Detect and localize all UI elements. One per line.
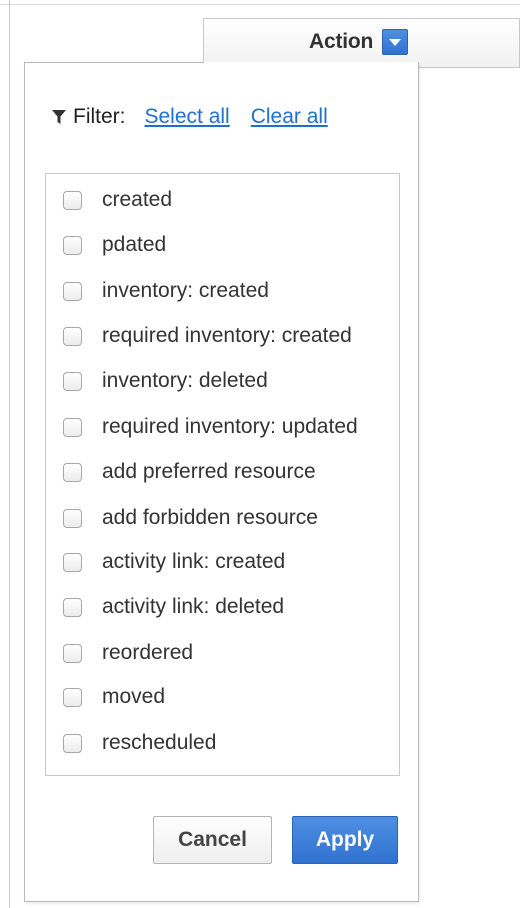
filter-option-label: reordered — [102, 641, 194, 664]
filter-option-checkbox[interactable] — [63, 508, 82, 528]
filter-option-label: activity link: deleted — [102, 595, 285, 618]
filter-option-checkbox[interactable] — [63, 733, 82, 753]
filter-option-label: add preferred resource — [102, 460, 316, 483]
filter-option-label: moved — [102, 685, 166, 708]
filter-option[interactable]: rescheduled — [46, 723, 399, 763]
filter-option[interactable]: created — [46, 180, 399, 220]
filter-option-checkbox[interactable] — [63, 597, 82, 617]
filter-option[interactable]: moved — [46, 677, 399, 717]
filter-option[interactable]: activity link: created — [46, 542, 399, 582]
filter-option-checkbox[interactable] — [63, 552, 82, 572]
cancel-button[interactable]: Cancel — [153, 816, 272, 864]
column-title: Action — [309, 30, 374, 53]
filter-option-checkbox[interactable] — [63, 326, 82, 346]
filter-option[interactable]: add preferred resource — [46, 452, 399, 492]
filter-option-checkbox[interactable] — [63, 371, 82, 391]
page-frame-left — [9, 0, 10, 908]
filter-option[interactable]: inventory: deleted — [46, 361, 399, 401]
action-column-header[interactable]: Action — [203, 18, 520, 68]
filter-option-checkbox[interactable] — [63, 281, 82, 301]
filter-option-label: pdated — [102, 233, 167, 256]
filter-toolbar: Filter: Select all Clear all — [52, 105, 349, 129]
filter-option-label: activity link: created — [102, 550, 286, 573]
clear-all-link[interactable]: Clear all — [251, 105, 328, 129]
apply-button[interactable]: Apply — [292, 816, 398, 864]
filter-options-list[interactable]: created pdated inventory: created required … — [45, 173, 400, 776]
filter-option[interactable]: required inventory: created — [46, 316, 399, 356]
filter-panel: Filter: Select all Clear all created pdat… — [24, 62, 419, 902]
filter-option-checkbox[interactable] — [63, 643, 82, 663]
filter-option[interactable]: reordered — [46, 633, 399, 673]
filter-option-label: inventory: deleted — [102, 369, 268, 392]
chevron-down-icon — [389, 38, 402, 46]
filter-option-checkbox[interactable] — [63, 417, 82, 437]
filter-option[interactable]: required inventory: updated — [46, 407, 399, 447]
filter-option-checkbox[interactable] — [63, 687, 82, 707]
filter-option[interactable]: activity link: deleted — [46, 587, 399, 627]
filter-option[interactable]: add forbidden resource — [46, 498, 399, 538]
select-all-link[interactable]: Select all — [145, 105, 230, 129]
funnel-icon — [52, 109, 66, 125]
page-frame-top — [0, 4, 520, 5]
column-header-content: Action — [309, 29, 409, 55]
filter-option-label: required inventory: updated — [102, 415, 358, 438]
filter-option-label: rescheduled — [102, 731, 217, 754]
filter-option-label: required inventory: created — [102, 324, 352, 347]
filter-option-checkbox[interactable] — [63, 190, 82, 210]
filter-label: Filter: — [73, 105, 126, 128]
filter-option-checkbox[interactable] — [63, 235, 82, 255]
filter-option-label: add forbidden resource — [102, 506, 318, 529]
filter-option[interactable]: pdated — [46, 225, 399, 265]
filter-option-checkbox[interactable] — [63, 462, 82, 482]
filter-option-label: inventory: created — [102, 279, 269, 302]
popup-header-joint — [204, 62, 418, 64]
column-filter-dropdown-button[interactable] — [382, 29, 409, 55]
filter-option-label: created — [102, 188, 173, 211]
filter-option[interactable]: inventory: created — [46, 271, 399, 311]
filter-popup-screen: Action Filter: Select all Clear all crea… — [0, 0, 520, 908]
